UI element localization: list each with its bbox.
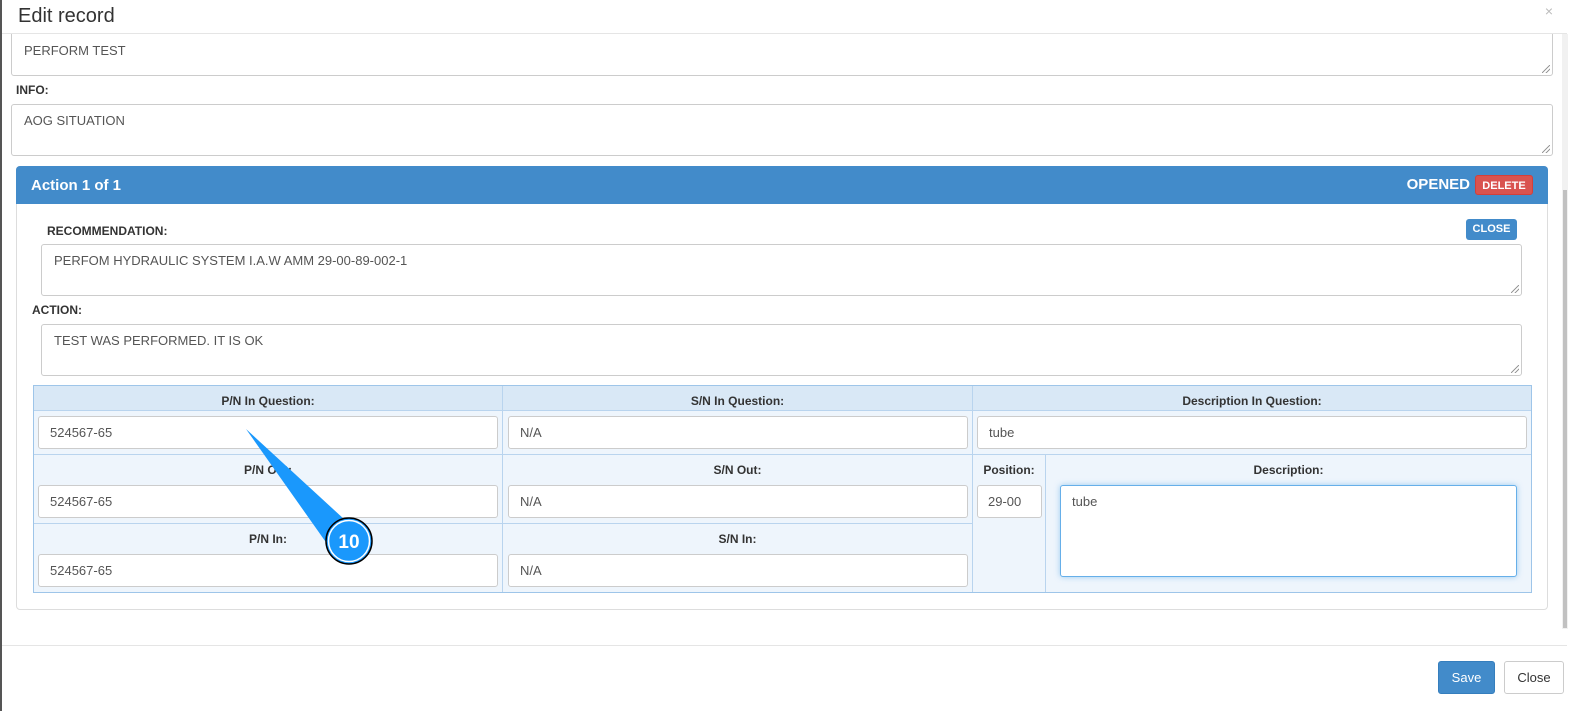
pn-question-input[interactable]: 524567-65 <box>38 416 498 449</box>
resize-grip-icon[interactable] <box>1511 285 1519 293</box>
parts-grid: P/N In Question: S/N In Question: Descri… <box>33 385 1532 593</box>
sn-question-input[interactable]: N/A <box>508 416 968 449</box>
status-badge: OPENED <box>1406 176 1470 193</box>
desc-question-input[interactable]: tube <box>977 416 1527 449</box>
resize-grip-icon[interactable] <box>1511 365 1519 373</box>
resize-grip-icon[interactable] <box>1542 145 1550 153</box>
save-button[interactable]: Save <box>1438 661 1495 694</box>
close-button[interactable]: Close <box>1504 661 1564 694</box>
modal-header: Edit record × <box>2 0 1567 34</box>
sn-in-input[interactable]: N/A <box>508 554 968 587</box>
description-label: Description: <box>1253 463 1324 477</box>
action-text: TEST WAS PERFORMED. IT IS OK <box>54 333 264 348</box>
perform-text: PERFORM TEST <box>24 43 126 58</box>
desc-question-label: Description In Question: <box>1182 394 1322 408</box>
delete-button[interactable]: DELETE <box>1475 175 1533 195</box>
position-input[interactable]: 29-00 <box>977 485 1042 518</box>
action-panel-header: Action 1 of 1 OPENED DELETE <box>16 166 1548 204</box>
description-text: tube <box>1072 494 1098 509</box>
description-textarea[interactable]: tube <box>1060 485 1517 577</box>
recommendation-text: PERFOM HYDRAULIC SYSTEM I.A.W AMM 29-00-… <box>54 253 408 268</box>
sn-question-label: S/N In Question: <box>690 394 785 408</box>
position-label: Position: <box>983 463 1035 477</box>
pn-question-label: P/N In Question: <box>221 394 315 408</box>
footer-divider <box>2 645 1567 646</box>
modal-title: Edit record <box>18 5 115 27</box>
resize-grip-icon[interactable] <box>1542 65 1550 73</box>
sn-out-label: S/N Out: <box>713 463 762 477</box>
window-edge <box>0 0 2 711</box>
pn-out-input[interactable]: 524567-65 <box>38 485 498 518</box>
recommendation-textarea[interactable]: PERFOM HYDRAULIC SYSTEM I.A.W AMM 29-00-… <box>41 244 1522 296</box>
pn-in-label: P/N In: <box>249 532 287 546</box>
pn-in-input[interactable]: 524567-65 <box>38 554 498 587</box>
close-icon[interactable]: × <box>1545 3 1553 19</box>
sn-in-label: S/N In: <box>718 532 757 546</box>
close-action-button[interactable]: CLOSE <box>1466 219 1517 240</box>
info-textarea[interactable]: AOG SITUATION <box>11 104 1553 156</box>
info-label: INFO: <box>16 83 49 97</box>
scrollbar-thumb[interactable] <box>1563 190 1567 628</box>
action-title: Action 1 of 1 <box>31 177 122 194</box>
recommendation-label: RECOMMENDATION: <box>47 224 168 238</box>
action-textarea[interactable]: TEST WAS PERFORMED. IT IS OK <box>41 324 1522 376</box>
info-text: AOG SITUATION <box>24 113 125 128</box>
action-label: ACTION: <box>32 303 82 317</box>
pn-out-label: P/N Out: <box>244 463 292 477</box>
sn-out-input[interactable]: N/A <box>508 485 968 518</box>
